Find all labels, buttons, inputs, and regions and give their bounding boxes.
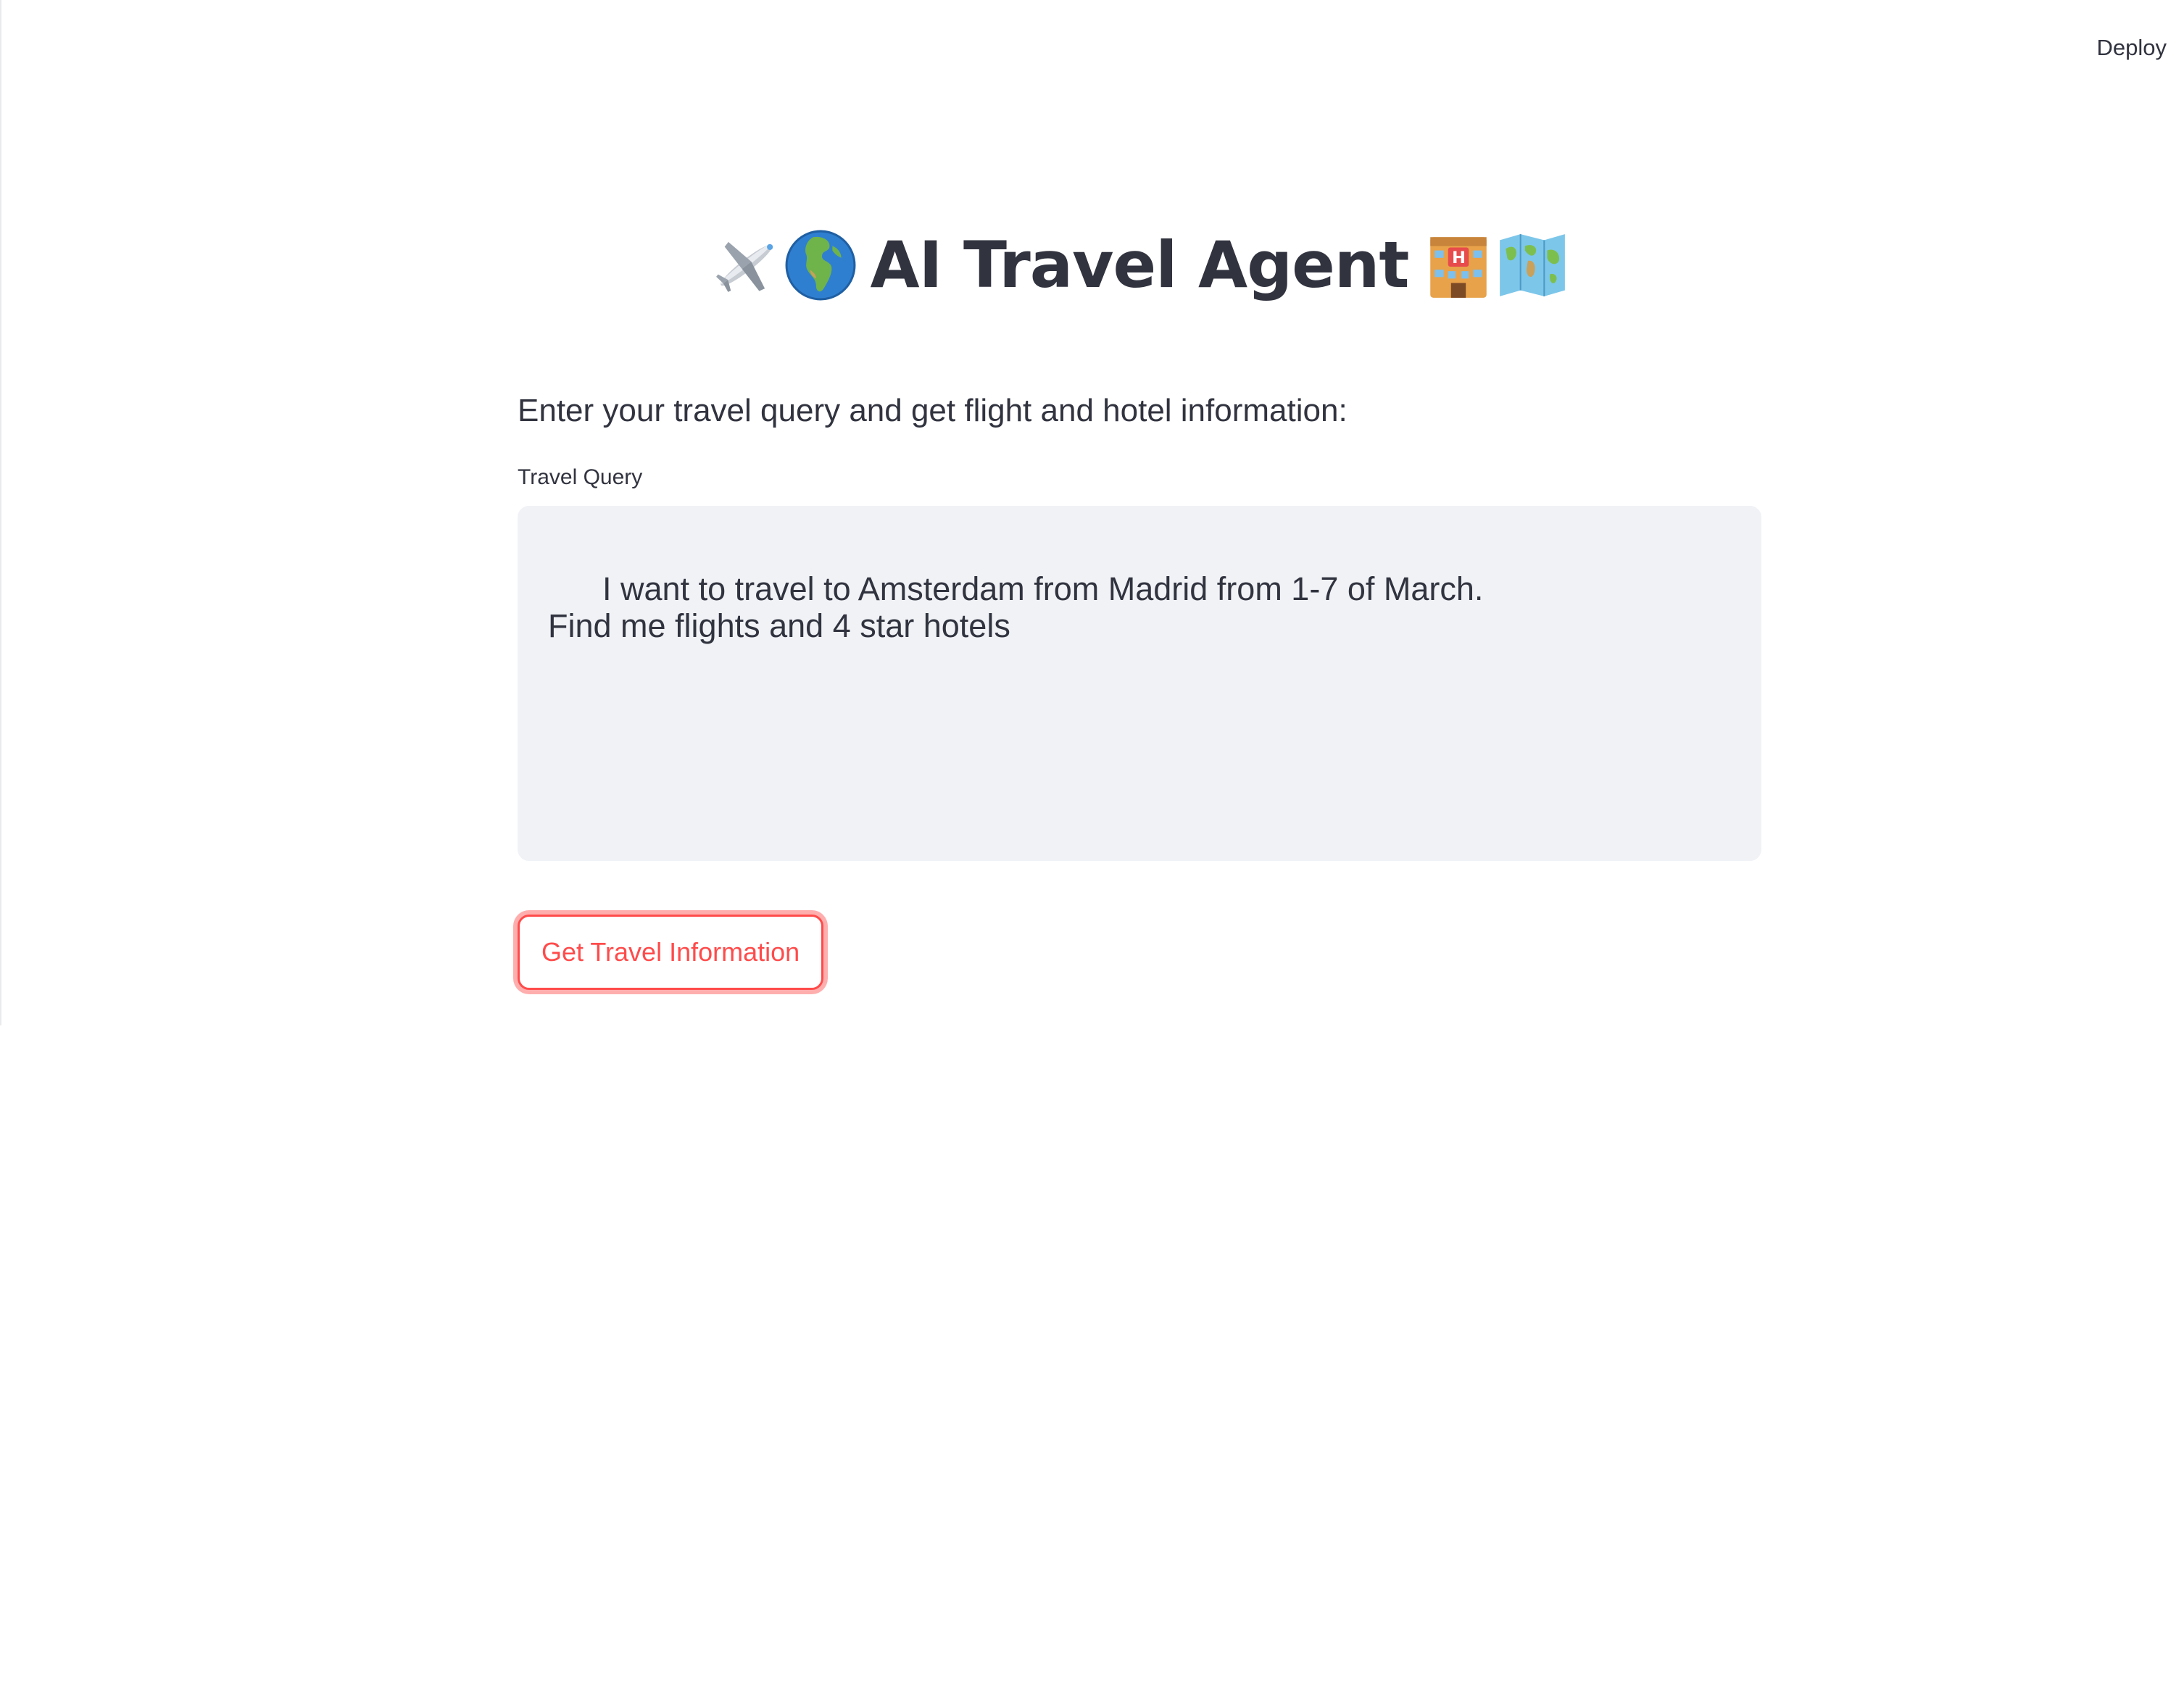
page-title: AI Travel Agent H (710, 217, 1570, 309)
app-header: Deploy (0, 0, 2184, 91)
app-root: Deploy AI Travel Agent H Enter your trav… (0, 0, 2184, 1703)
travel-query-value: I want to travel to Amsterdam from Madri… (548, 570, 1484, 644)
resize-handle-icon[interactable] (1741, 841, 1757, 857)
travel-query-label: Travel Query (518, 465, 643, 489)
travel-query-input[interactable]: I want to travel to Amsterdam from Madri… (518, 506, 1761, 861)
globe-europe-africa-icon (784, 228, 858, 302)
hotel-icon: H (1421, 228, 1495, 302)
get-travel-information-button[interactable]: Get Travel Information (518, 915, 824, 990)
airplane-icon (710, 228, 784, 302)
page-subtitle: Enter your travel query and get flight a… (518, 393, 1348, 428)
deploy-button[interactable]: Deploy (2090, 26, 2175, 70)
title-row: AI Travel Agent H (518, 217, 1761, 309)
svg-text:H: H (1453, 249, 1466, 267)
sidebar-edge (0, 0, 1, 1025)
page-title-text: AI Travel Agent (870, 228, 1410, 303)
world-map-icon (1495, 228, 1569, 302)
